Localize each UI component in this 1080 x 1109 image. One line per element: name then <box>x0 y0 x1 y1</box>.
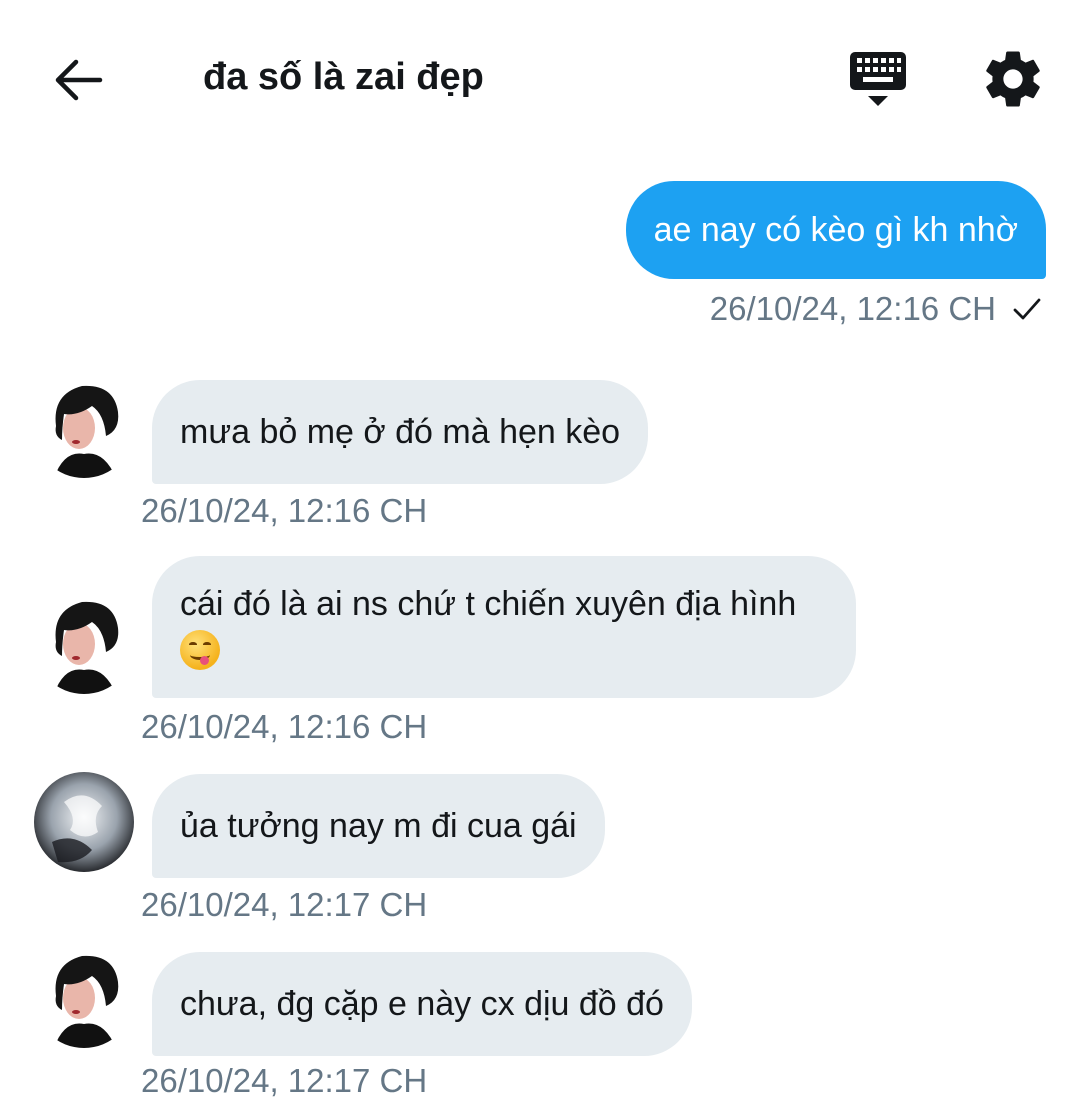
message-timestamp: 26/10/24, 12:16 CH <box>141 708 428 745</box>
avatar-dark-hair <box>34 594 134 694</box>
message-bubble[interactable]: ae nay có kèo gì kh nhờ <box>625 181 1046 279</box>
avatar[interactable] <box>34 948 134 1048</box>
message-timestamp: 26/10/24, 12:16 CH <box>141 492 428 529</box>
message-bubble[interactable]: mưa bỏ mẹ ở đó mà hẹn kèo <box>152 380 649 484</box>
settings-button[interactable] <box>980 46 1046 112</box>
message-bubble[interactable]: chưa, đg cặp e này cx dịu đồ đó <box>152 952 692 1056</box>
dm-conversation-screen: đa số là zai đẹp ae nay có kèo gì kh nhờ… <box>0 0 1080 1109</box>
avatar-dark-hair <box>34 948 134 1048</box>
avatar[interactable] <box>34 378 134 478</box>
keyboard-icon <box>850 52 906 106</box>
check-icon <box>1013 298 1041 320</box>
arrow-left-icon <box>55 59 103 101</box>
message-timestamp: 26/10/24, 12:16 CH <box>710 290 1044 328</box>
message-outgoing[interactable]: ae nay có kèo gì kh nhờ <box>625 181 1046 279</box>
message-text: cái đó là ai ns chứ t chiến xuyên địa hì… <box>180 585 797 623</box>
conversation-header: đa số là zai đẹp <box>0 0 1080 150</box>
avatar-dark-hair <box>34 378 134 478</box>
avatar[interactable] <box>34 594 134 694</box>
keyboard-toggle-button[interactable] <box>843 48 913 112</box>
gear-icon <box>986 51 1040 107</box>
message-timestamp: 26/10/24, 12:17 CH <box>141 886 428 923</box>
message-bubble[interactable]: ủa tưởng nay m đi cua gái <box>152 774 605 878</box>
face-savoring-food-emoji <box>180 630 220 671</box>
avatar-smoke <box>34 772 134 872</box>
timestamp-text: 26/10/24, 12:16 CH <box>709 290 996 327</box>
conversation-title[interactable]: đa số là zai đẹp <box>203 56 484 99</box>
back-button[interactable] <box>46 48 110 112</box>
avatar[interactable] <box>34 772 134 872</box>
message-timestamp: 26/10/24, 12:17 CH <box>141 1062 428 1099</box>
message-bubble[interactable]: cái đó là ai ns chứ t chiến xuyên địa hì… <box>152 556 856 699</box>
